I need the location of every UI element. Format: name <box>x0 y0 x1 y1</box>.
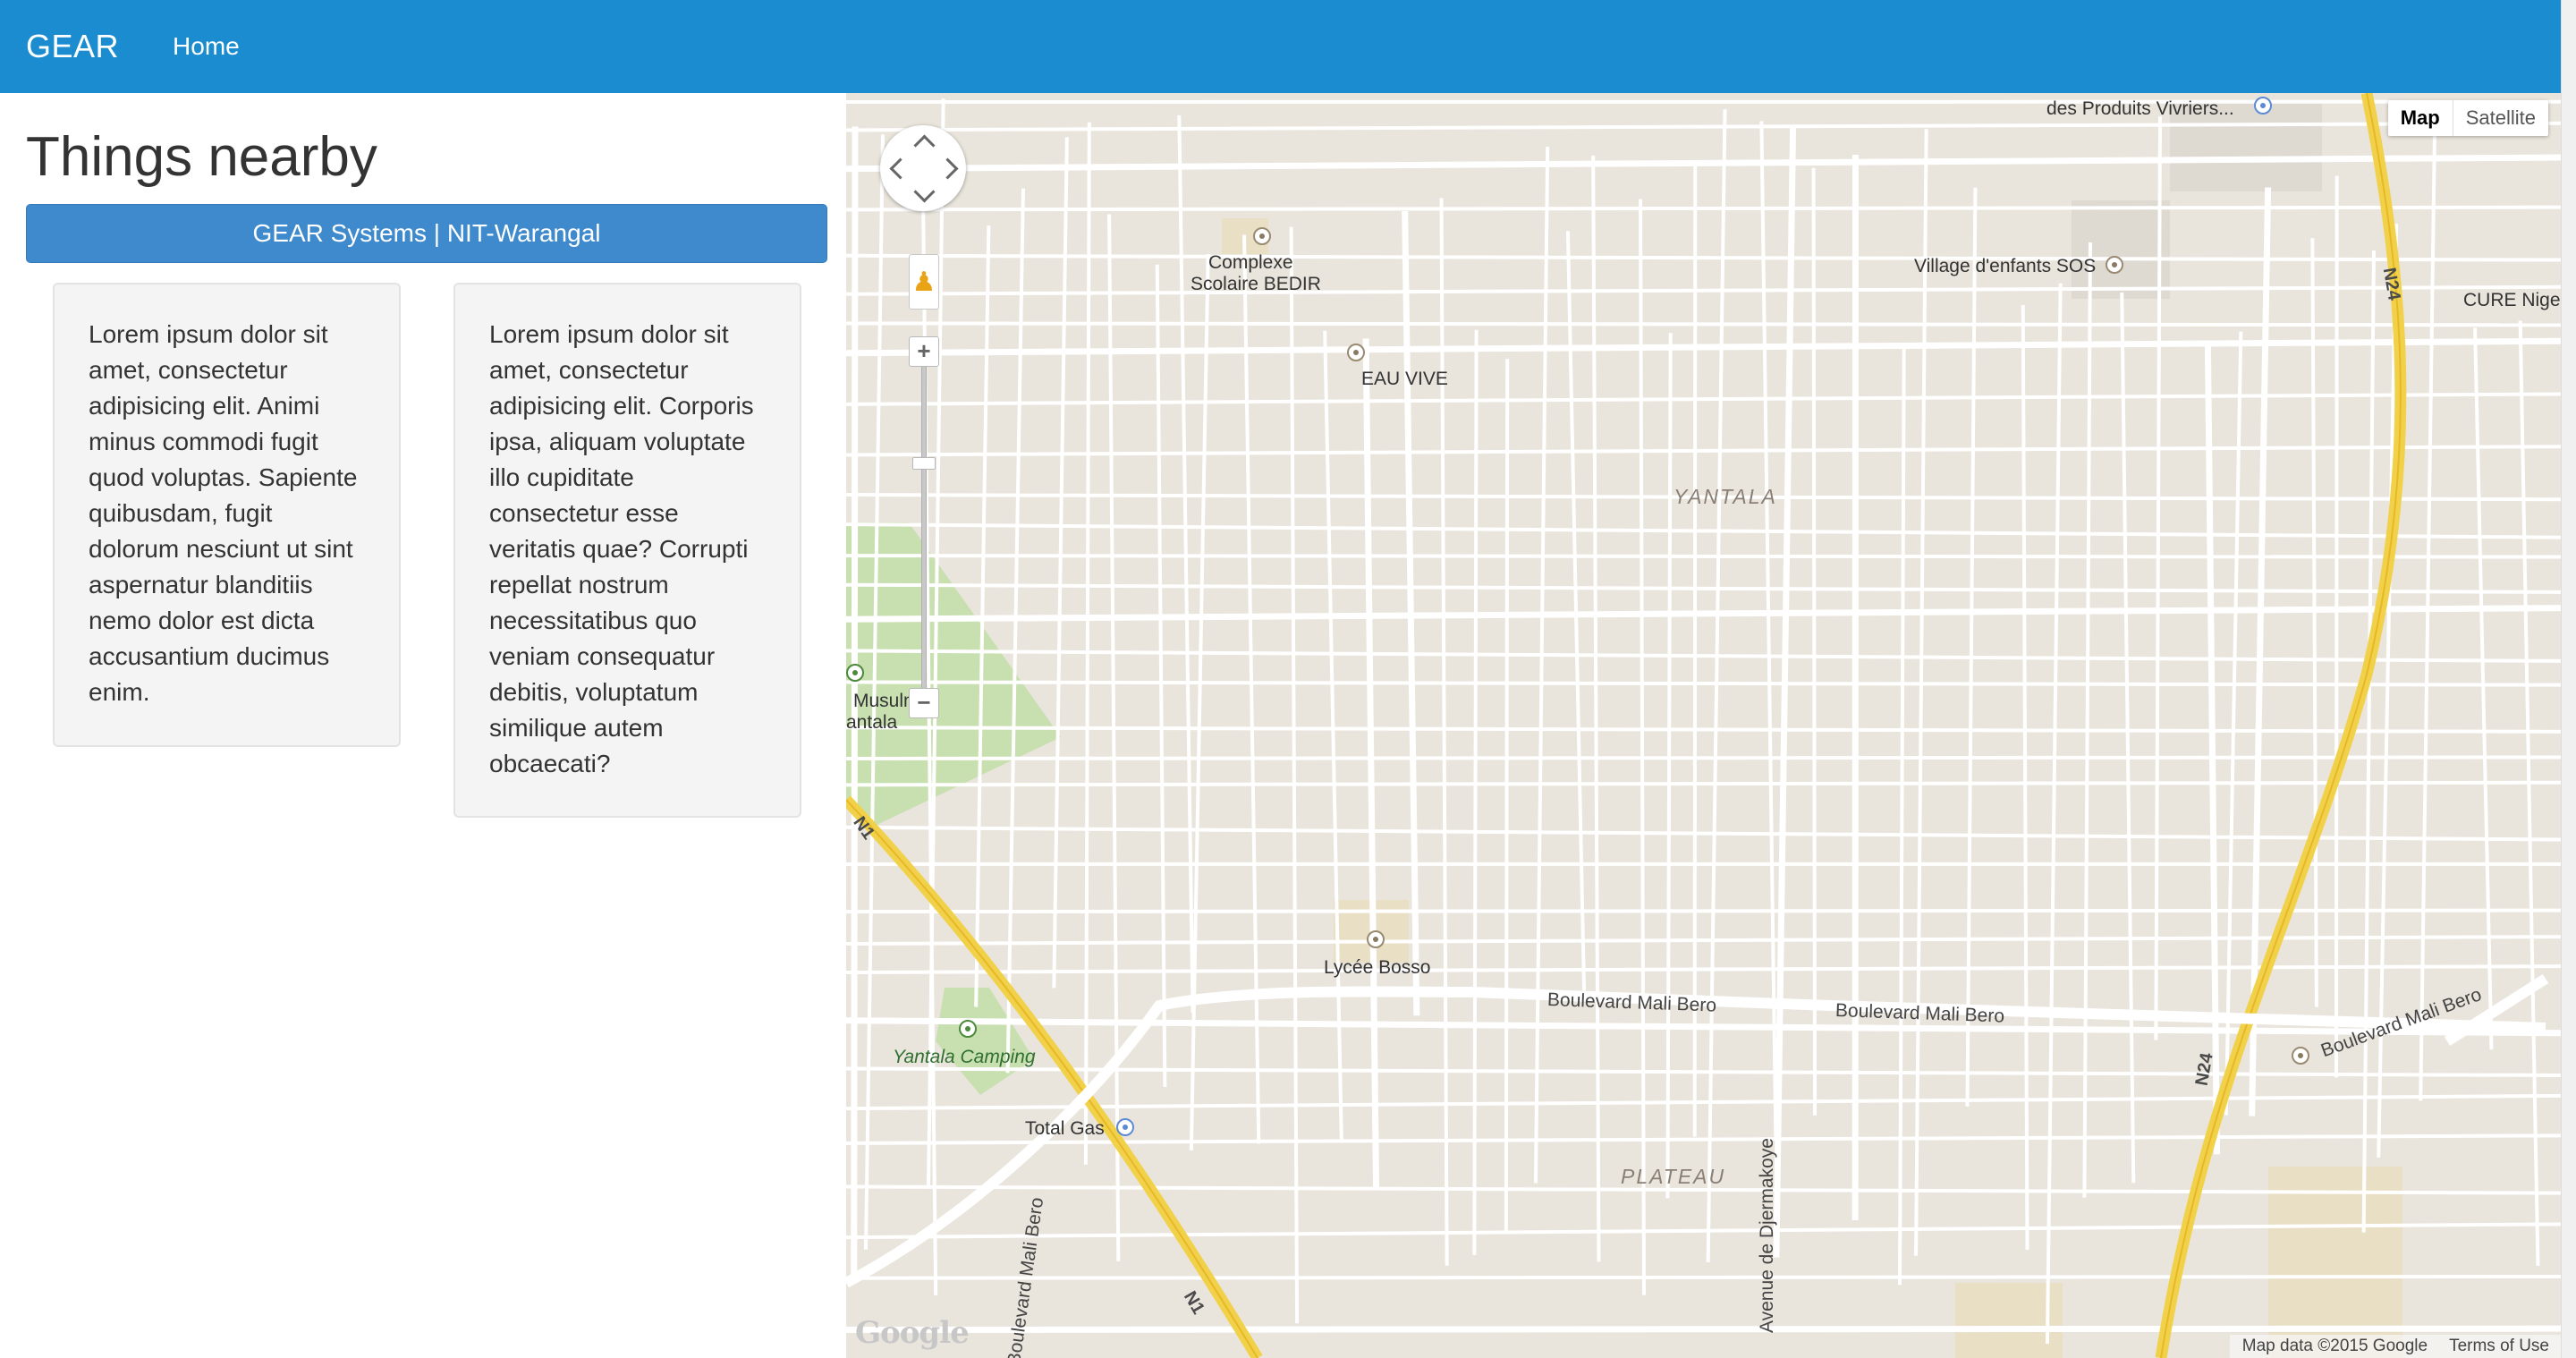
map-attribution: Map data ©2015 Google Terms of Use <box>2229 1335 2562 1358</box>
map-canvas[interactable]: Complexe Scolaire BEDIR EAU VIVE Village… <box>846 93 2562 1358</box>
info-card: Lorem ipsum dolor sit amet, consectetur … <box>453 283 801 818</box>
zoom-out-button[interactable]: − <box>909 688 939 718</box>
map-label-plateau: PLATEAU <box>1621 1165 1726 1188</box>
page-scrollbar[interactable] <box>2561 0 2576 1358</box>
pan-left-icon[interactable] <box>889 157 911 180</box>
camping-icon[interactable] <box>959 1020 977 1038</box>
navbar: GEAR Home <box>0 0 2576 93</box>
place-icon[interactable] <box>2106 256 2123 274</box>
map-label-scolaire: Scolaire BEDIR <box>1191 274 1321 294</box>
pegman-icon[interactable]: ♟ <box>909 254 939 310</box>
gas-station-icon[interactable] <box>1116 1118 1134 1136</box>
pan-down-icon[interactable] <box>913 181 936 203</box>
park-icon[interactable] <box>846 664 864 682</box>
map-label-yantala: YANTALA <box>1674 485 1777 508</box>
pan-up-icon[interactable] <box>913 134 936 157</box>
block-area <box>2072 200 2170 299</box>
pan-control[interactable] <box>880 125 966 211</box>
place-icon[interactable] <box>1347 344 1365 361</box>
map-label-produits: des Produits Vivriers... <box>2046 98 2234 119</box>
place-icon[interactable] <box>2254 97 2272 115</box>
pan-right-icon[interactable] <box>936 157 959 180</box>
zoom-in-button[interactable]: + <box>909 336 939 367</box>
zoom-slider-track[interactable] <box>921 352 927 703</box>
map-data-text: Map data ©2015 Google <box>2241 1337 2428 1355</box>
map-label-camping: Yantala Camping <box>893 1047 1036 1067</box>
map-label-total: Total Gas <box>1025 1118 1105 1139</box>
map-type-control: Map Satellite <box>2387 100 2548 136</box>
museum-icon[interactable] <box>2292 1047 2309 1065</box>
org-button[interactable]: GEAR Systems | NIT-Warangal <box>26 204 827 263</box>
park-area <box>846 522 1061 827</box>
nav-home-link[interactable]: Home <box>173 32 240 61</box>
zoom-slider-handle[interactable] <box>912 457 936 470</box>
map-label-complexe: Complexe <box>1208 252 1293 273</box>
map-label-village: Village d'enfants SOS <box>1914 256 2097 276</box>
school-icon[interactable] <box>1253 227 1271 245</box>
school-icon[interactable] <box>1367 930 1385 948</box>
map-label-cure: CURE Nige <box>2463 290 2561 310</box>
map-label-eau-vive: EAU VIVE <box>1361 369 1448 389</box>
google-logo: Google <box>855 1315 970 1351</box>
terms-of-use-link[interactable]: Terms of Use <box>2449 1337 2549 1356</box>
info-card: Lorem ipsum dolor sit amet, consectetur … <box>53 283 401 747</box>
brand-link[interactable]: GEAR <box>26 28 119 65</box>
map-label-lycee: Lycée Bosso <box>1324 957 1431 978</box>
map-label-djermakoye: Avenue de Djermakoye <box>1757 1138 1777 1333</box>
map-type-satellite-button[interactable]: Satellite <box>2453 100 2548 136</box>
map-label-antala: antala <box>846 712 898 733</box>
page-title: Things nearby <box>26 126 377 188</box>
map-type-map-button[interactable]: Map <box>2388 100 2453 136</box>
